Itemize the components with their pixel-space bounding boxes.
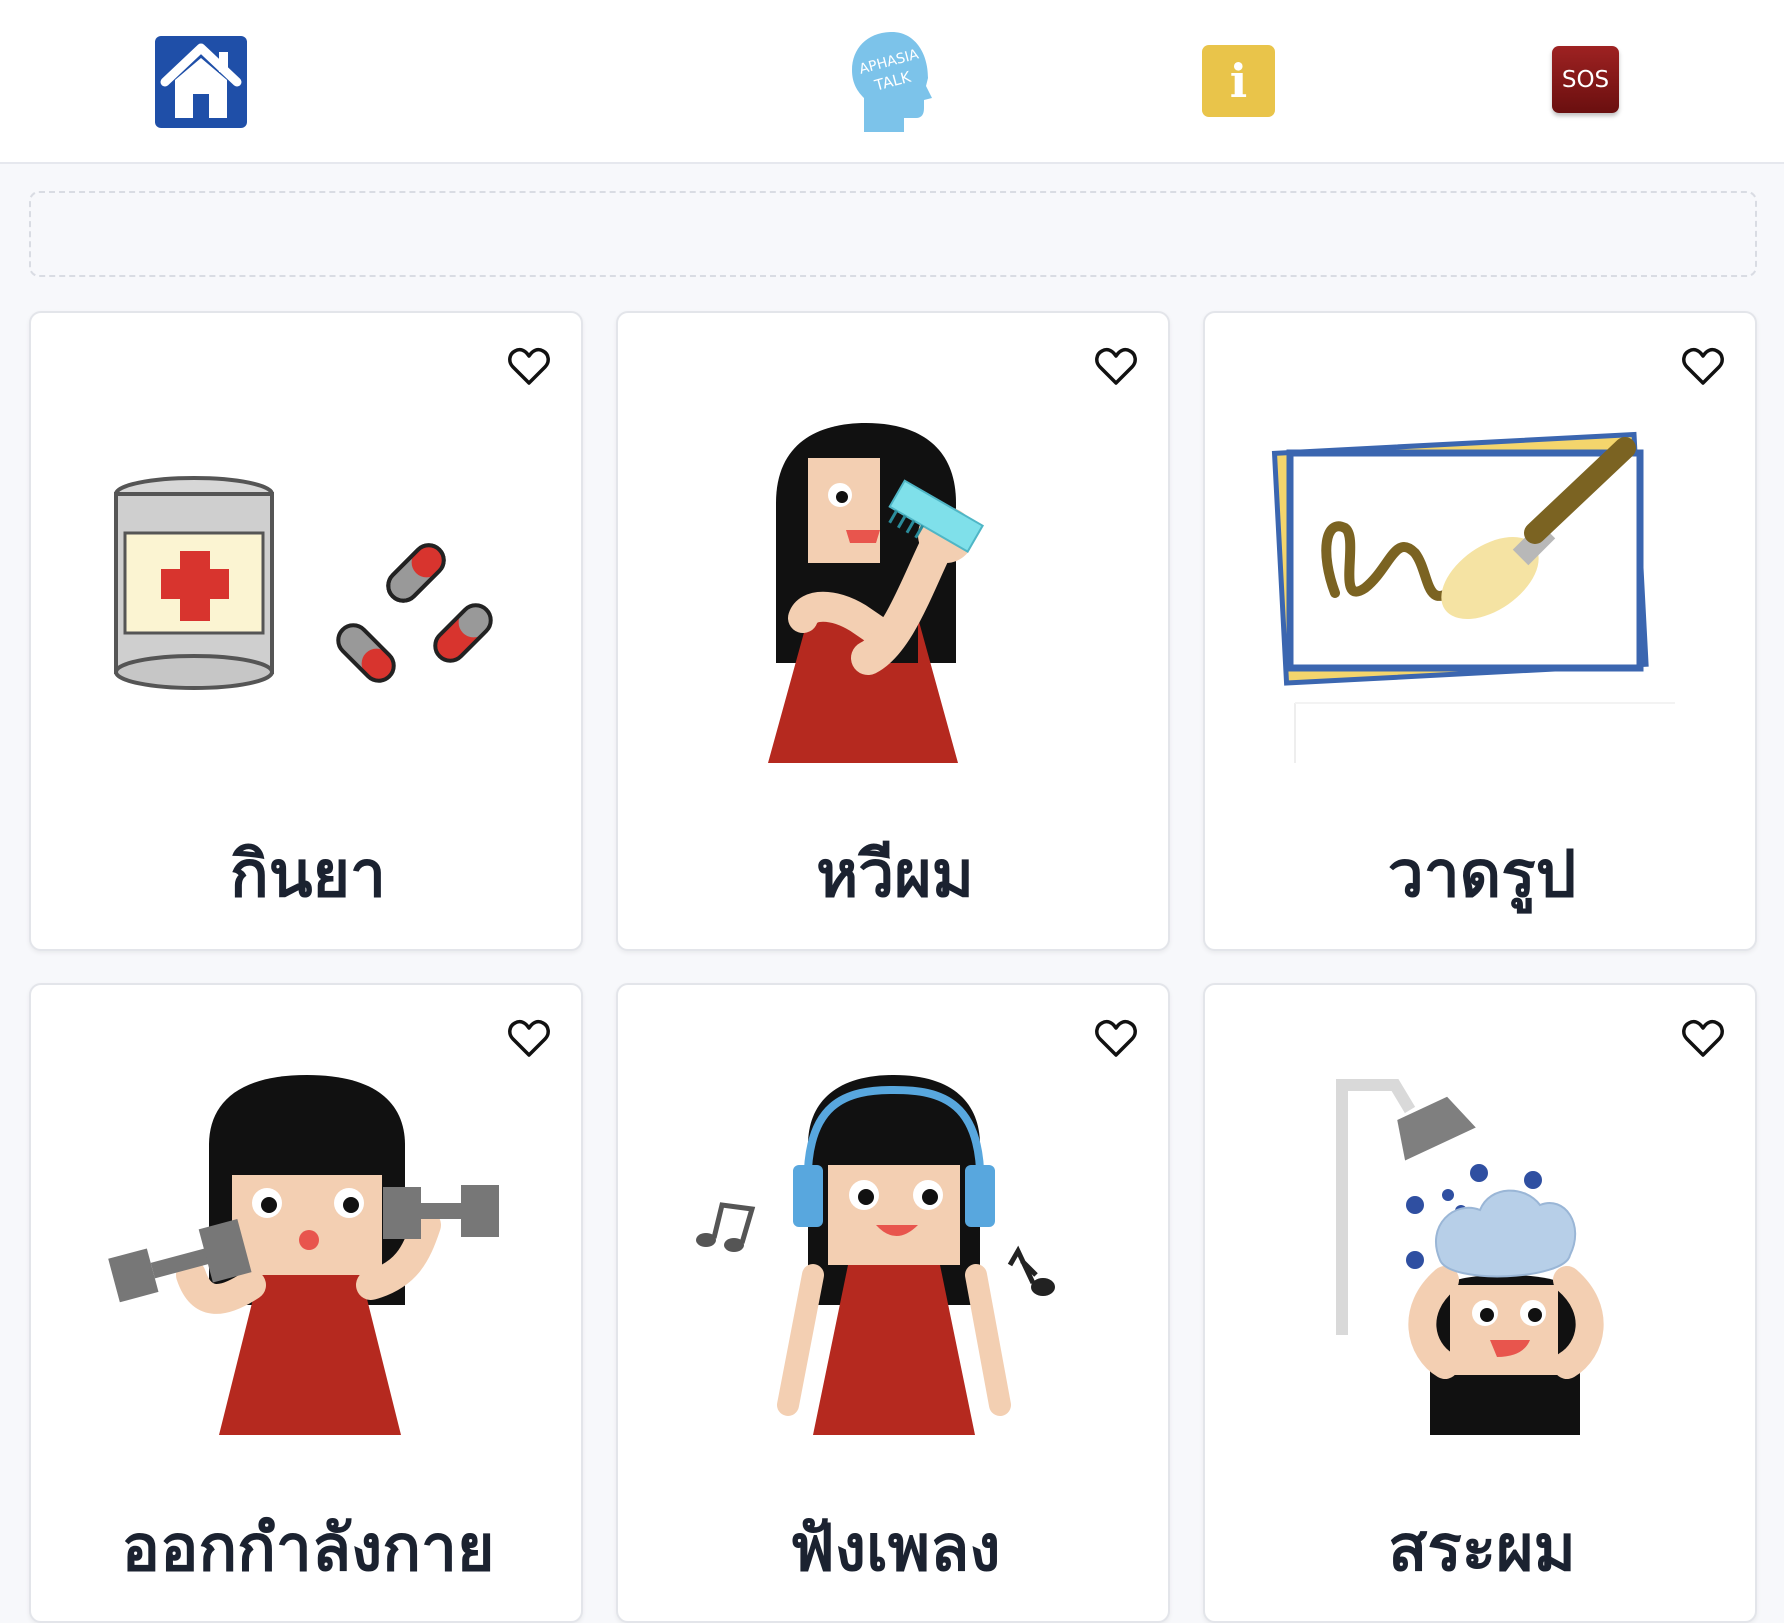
card-label: วาดรูป [1387, 838, 1577, 912]
home-icon [155, 36, 247, 128]
home-button[interactable] [155, 36, 247, 128]
paint-icon [1271, 431, 1675, 763]
card-comb-hair[interactable]: หวีผม [616, 311, 1170, 951]
top-navigation-bar: APHASIA TALK i SOS [0, 0, 1784, 164]
sos-button[interactable]: SOS [1552, 46, 1619, 113]
card-label: หวีผม [816, 838, 974, 912]
sos-label: SOS [1561, 66, 1610, 93]
exercise-icon [108, 1075, 499, 1435]
card-exercise[interactable]: ออกกำลังกาย [29, 983, 583, 1623]
card-label: สระผม [1388, 1512, 1576, 1586]
aphasia-talk-logo[interactable]: APHASIA TALK [846, 28, 938, 134]
card-label: ออกกำลังกาย [121, 1512, 495, 1586]
heart-icon[interactable] [1094, 347, 1138, 387]
card-label: ฟังเพลง [789, 1512, 1001, 1586]
card-paint[interactable]: วาดรูป [1203, 311, 1757, 951]
card-label: กินยา [230, 838, 386, 912]
heart-icon[interactable] [1681, 347, 1725, 387]
info-button[interactable]: i [1202, 45, 1275, 117]
info-icon: i [1229, 54, 1248, 108]
comb-hair-icon [768, 423, 985, 763]
music-icon [696, 1075, 1055, 1435]
card-wash-hair[interactable]: สระผม [1203, 983, 1757, 1623]
heart-icon[interactable] [507, 1019, 551, 1059]
heart-icon[interactable] [1681, 1019, 1725, 1059]
heart-icon[interactable] [1094, 1019, 1138, 1059]
heart-icon[interactable] [507, 347, 551, 387]
shampoo-icon [1336, 1079, 1604, 1435]
card-listen-music[interactable]: ฟังเพลง [616, 983, 1170, 1623]
head-logo-icon: APHASIA TALK [852, 32, 932, 132]
card-take-medicine[interactable]: กินยา [29, 311, 583, 951]
sentence-strip[interactable] [29, 191, 1757, 277]
medicine-icon [114, 476, 493, 690]
